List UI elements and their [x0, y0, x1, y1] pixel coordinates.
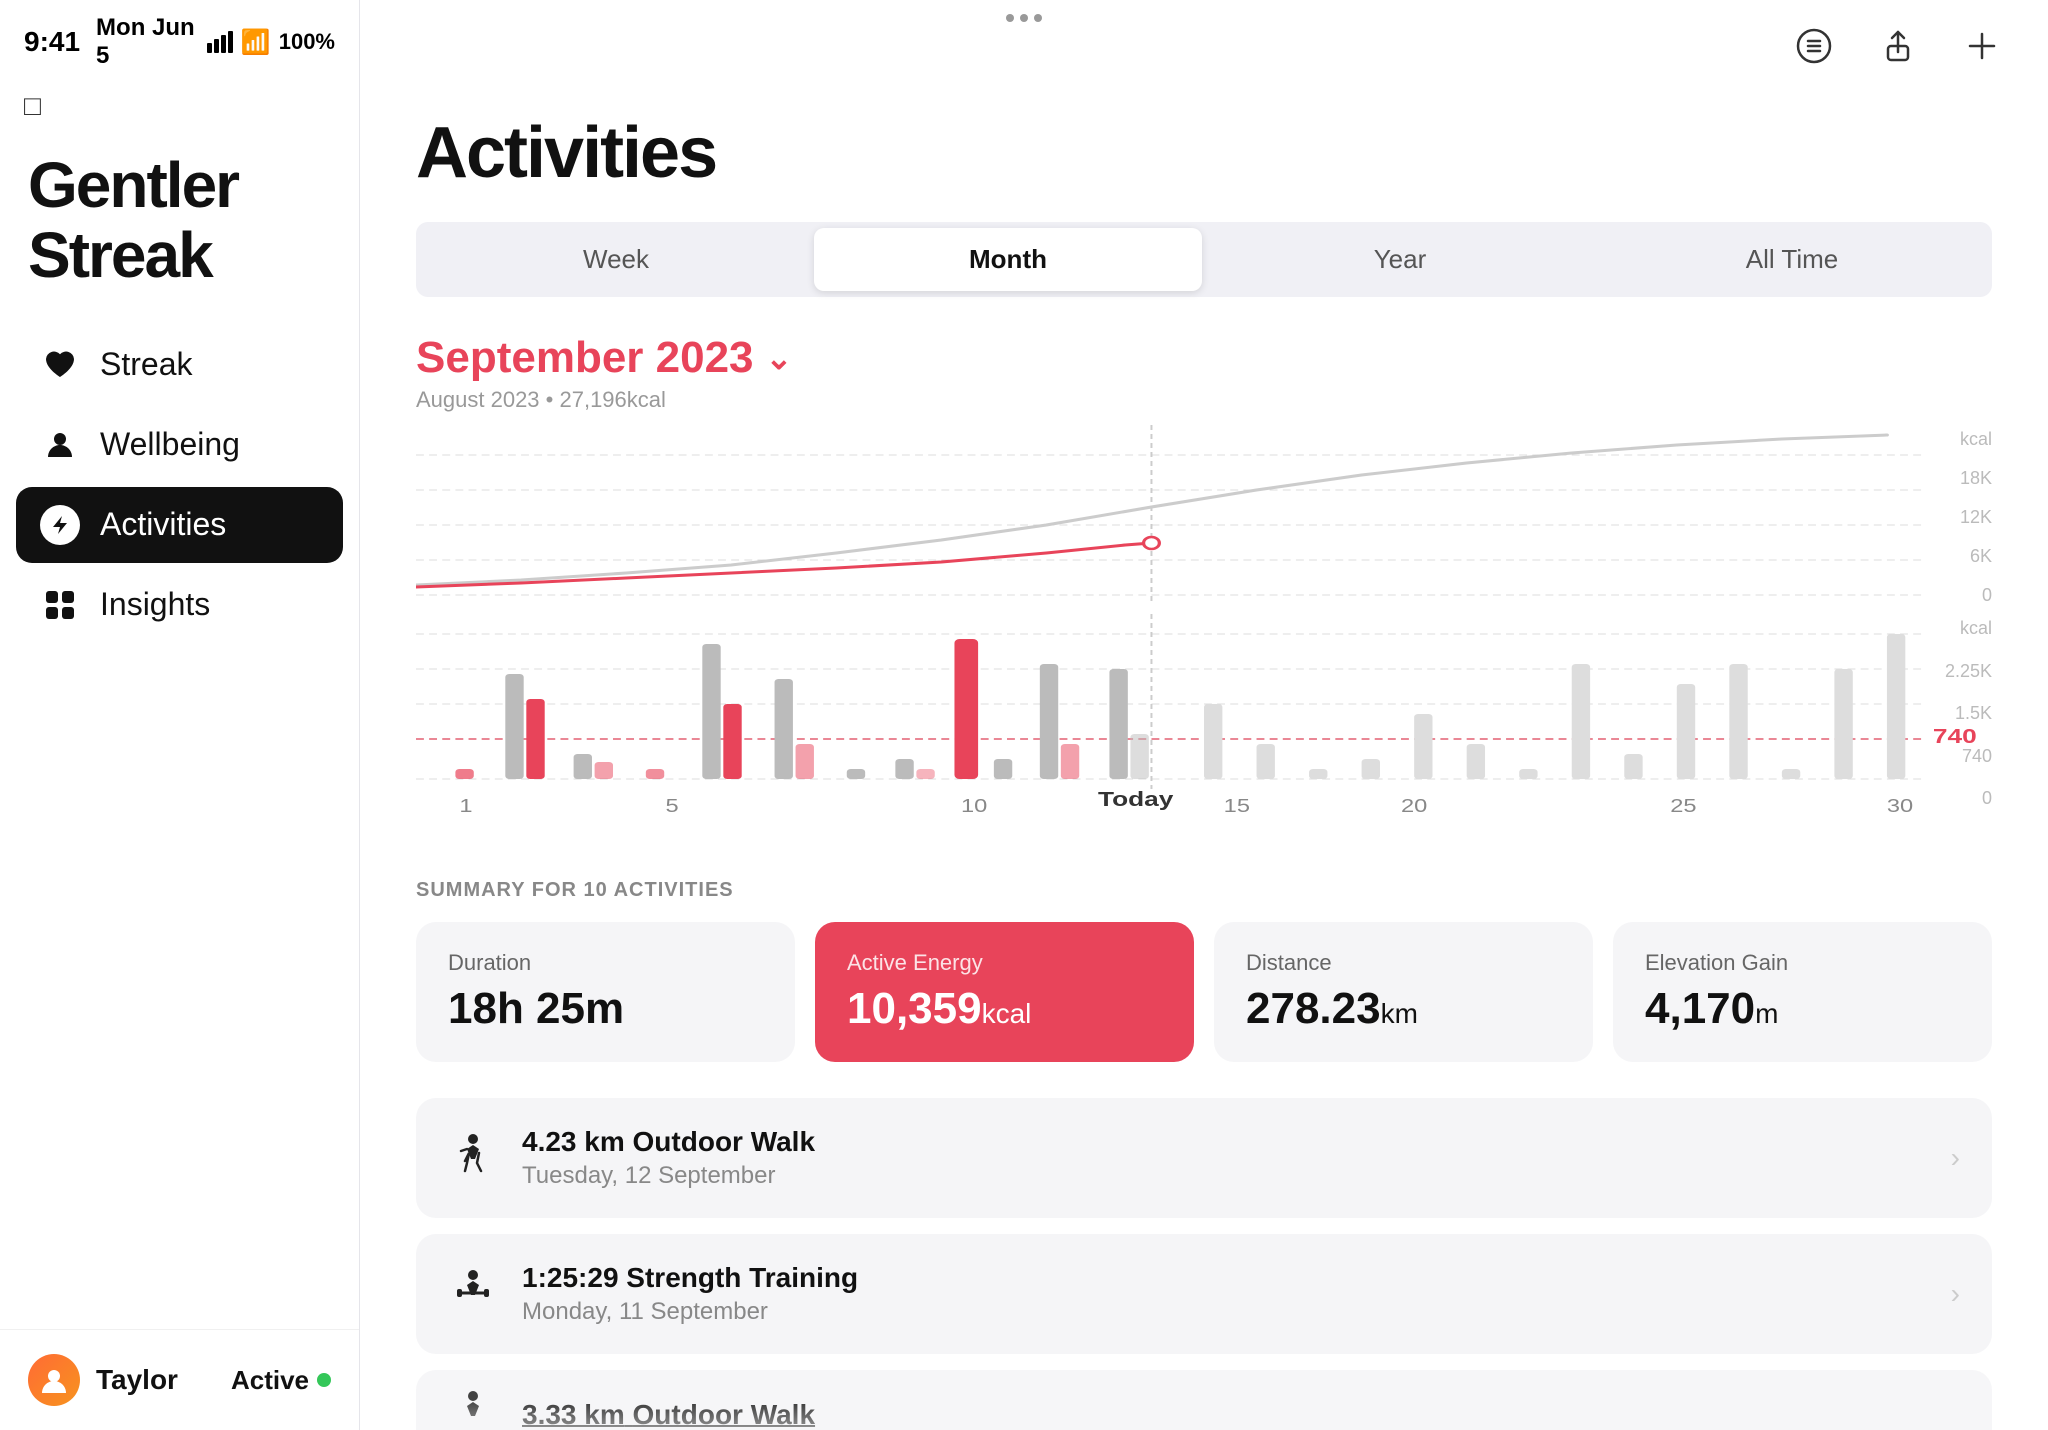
stat-elevation: Elevation Gain 4,170m [1613, 922, 1992, 1062]
status-dot [317, 1373, 331, 1387]
sidebar: 9:41 Mon Jun 5 📶 100% □ Gentler Streak [0, 0, 360, 1430]
person-icon [40, 425, 80, 465]
main-content: Activities Week Month Year All Time Sept… [360, 0, 2048, 1430]
chevron-right-icon: › [1951, 1278, 1960, 1310]
chevron-right-icon: › [1951, 1142, 1960, 1174]
stat-energy-value: 10,359kcal [847, 984, 1162, 1034]
status-icons: 📶 100% [207, 28, 335, 57]
sidebar-item-wellbeing[interactable]: Wellbeing [16, 407, 343, 483]
activity-list: 4.23 km Outdoor Walk Tuesday, 12 Septemb… [416, 1098, 1992, 1430]
walk-icon-2 [448, 1388, 498, 1430]
stat-active-energy: Active Energy 10,359kcal [815, 922, 1194, 1062]
sidebar-item-activities[interactable]: Activities [16, 487, 343, 563]
stat-duration-label: Duration [448, 950, 763, 976]
status-date: Mon Jun 5 [96, 14, 207, 70]
share-icon[interactable] [1872, 20, 1924, 72]
bolt-icon [40, 505, 80, 545]
stat-energy-label: Active Energy [847, 950, 1162, 976]
activity-item[interactable]: 1:25:29 Strength Training Monday, 11 Sep… [416, 1234, 1992, 1354]
sidebar-label-activities: Activities [100, 506, 226, 543]
activity-details: 1:25:29 Strength Training Monday, 11 Sep… [522, 1262, 1927, 1326]
sidebar-nav: Streak Wellbeing Activities [0, 327, 359, 1329]
sidebar-item-insights[interactable]: Insights [16, 567, 343, 643]
status-time: 9:41 [24, 26, 80, 58]
svg-text:15: 15 [1224, 797, 1250, 817]
status-bar: 9:41 Mon Jun 5 📶 100% [0, 0, 359, 80]
sidebar-toggle-icon[interactable]: □ [24, 90, 41, 121]
page-title: Activities [416, 112, 1992, 194]
stat-duration: Duration 18h 25m [416, 922, 795, 1062]
user-status-badge: Active [231, 1365, 331, 1396]
stat-elevation-label: Elevation Gain [1645, 950, 1960, 976]
walk-icon [448, 1131, 498, 1186]
summary-label: SUMMARY FOR 10 ACTIVITIES [416, 879, 1992, 902]
svg-text:30: 30 [1887, 797, 1913, 817]
stat-distance-label: Distance [1246, 950, 1561, 976]
main-header [360, 0, 2048, 92]
line-chart [416, 425, 1992, 605]
svg-text:Today: Today [1098, 788, 1173, 810]
tab-week[interactable]: Week [422, 228, 810, 291]
signal-icon [207, 31, 233, 53]
stat-duration-value: 18h 25m [448, 984, 763, 1034]
activity-title: 1:25:29 Strength Training [522, 1262, 1927, 1294]
tab-bar: Week Month Year All Time [416, 222, 1992, 297]
battery-icon: 100% [279, 29, 335, 55]
activity-title: 3.33 km Outdoor Walk [522, 1399, 1960, 1430]
sidebar-label-streak: Streak [100, 346, 192, 383]
date-header: September 2023 ⌄ August 2023 • 27,196kca… [416, 333, 1992, 413]
activity-date: Monday, 11 September [522, 1298, 1927, 1326]
prev-period: August 2023 • 27,196kcal [416, 387, 1992, 413]
user-info: Taylor [28, 1354, 178, 1406]
activity-date: Tuesday, 12 September [522, 1162, 1927, 1190]
current-period[interactable]: September 2023 ⌄ [416, 333, 1992, 383]
svg-text:20: 20 [1401, 797, 1427, 817]
bar-chart: 740 Today [416, 614, 1992, 834]
tab-month[interactable]: Month [814, 228, 1202, 291]
charts-section: kcal 18K 12K 6K 0 [416, 425, 1992, 839]
app-logo: Gentler Streak [0, 122, 359, 327]
grid-icon [40, 585, 80, 625]
svg-text:10: 10 [961, 797, 987, 817]
svg-text:5: 5 [666, 797, 679, 817]
tab-year[interactable]: Year [1206, 228, 1594, 291]
user-name: Taylor [96, 1364, 178, 1396]
sidebar-label-insights: Insights [100, 586, 210, 623]
activity-title: 4.23 km Outdoor Walk [522, 1126, 1927, 1158]
activity-details: 3.33 km Outdoor Walk [522, 1399, 1960, 1430]
svg-text:25: 25 [1670, 797, 1696, 817]
avatar [28, 1354, 80, 1406]
activity-item[interactable]: 4.23 km Outdoor Walk Tuesday, 12 Septemb… [416, 1098, 1992, 1218]
main-body: Activities Week Month Year All Time Sept… [360, 92, 2048, 1430]
add-icon[interactable] [1956, 20, 2008, 72]
tab-all-time[interactable]: All Time [1598, 228, 1986, 291]
strength-icon [448, 1267, 498, 1322]
heart-icon [40, 345, 80, 385]
stat-elevation-value: 4,170m [1645, 984, 1960, 1034]
wifi-icon: 📶 [241, 28, 271, 57]
chevron-down-icon: ⌄ [766, 339, 793, 377]
sidebar-label-wellbeing: Wellbeing [100, 426, 240, 463]
activity-item[interactable]: 3.33 km Outdoor Walk [416, 1370, 1992, 1430]
stat-distance-value: 278.23km [1246, 984, 1561, 1034]
svg-text:1: 1 [459, 797, 472, 817]
list-icon[interactable] [1788, 20, 1840, 72]
sidebar-footer: Taylor Active [0, 1329, 359, 1430]
sidebar-item-streak[interactable]: Streak [16, 327, 343, 403]
activity-details: 4.23 km Outdoor Walk Tuesday, 12 Septemb… [522, 1126, 1927, 1190]
stat-distance: Distance 278.23km [1214, 922, 1593, 1062]
stats-grid: Duration 18h 25m Active Energy 10,359kca… [416, 922, 1992, 1062]
